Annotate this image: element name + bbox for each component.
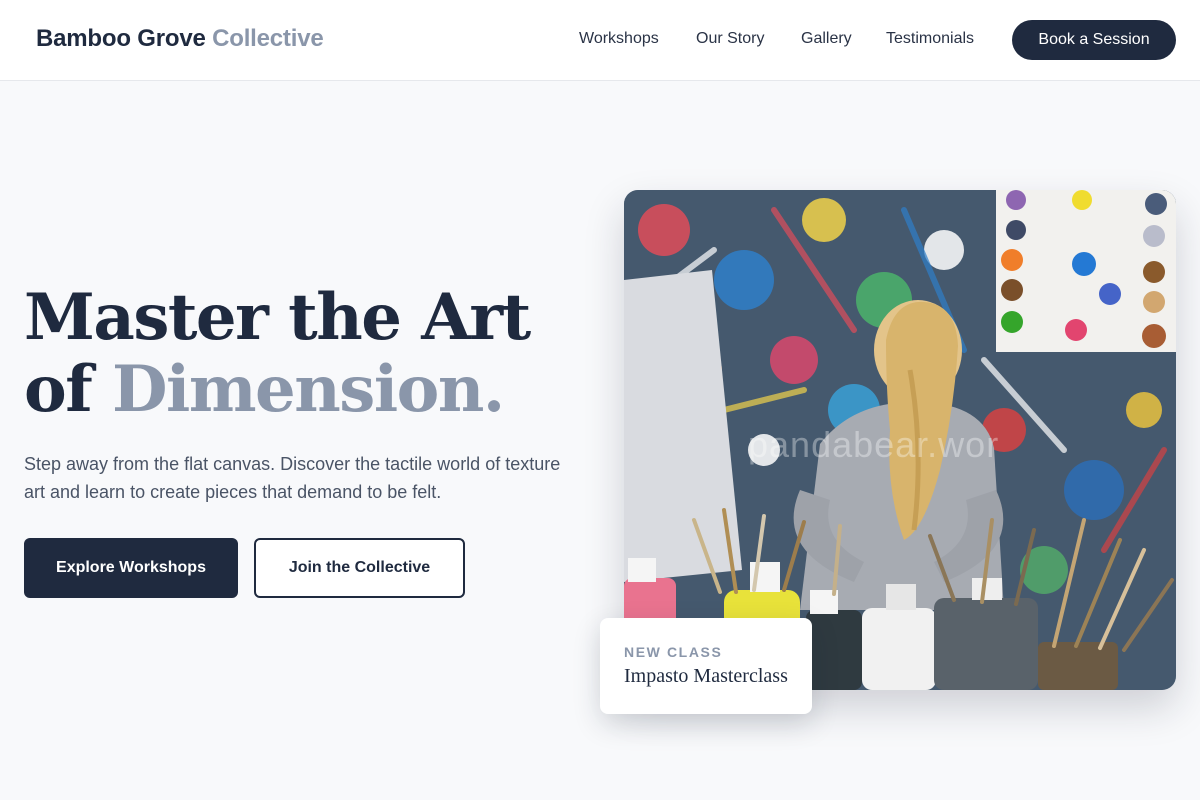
new-class-card[interactable]: NEW CLASS Impasto Masterclass — [600, 618, 812, 714]
hero-subtitle: Step away from the flat canvas. Discover… — [24, 454, 561, 502]
explore-workshops-button[interactable]: Explore Workshops — [24, 538, 238, 598]
book-session-button[interactable]: Book a Session — [1012, 20, 1176, 60]
class-card-title: Impasto Masterclass — [624, 665, 788, 687]
brand-name: Bamboo Grove — [36, 25, 206, 52]
hero-image — [624, 190, 1176, 690]
brand-logo[interactable]: Bamboo Grove Collective — [36, 25, 324, 53]
nav-link-our-story[interactable]: Our Story — [696, 30, 764, 48]
nav-link-workshops[interactable]: Workshops — [579, 30, 659, 48]
nav-link-testimonials[interactable]: Testimonials — [886, 30, 974, 48]
hero-title-line-2: of Dimension. — [24, 354, 530, 426]
nav-link-gallery[interactable]: Gallery — [801, 30, 852, 48]
hero-title: Master the Art of Dimension. — [24, 280, 531, 426]
class-card-label: NEW CLASS — [624, 644, 723, 660]
hero-title-accent: Dimension. — [112, 352, 505, 427]
hero-title-prefix: of — [24, 352, 112, 427]
join-collective-button[interactable]: Join the Collective — [254, 538, 465, 598]
studio-painting-illustration — [624, 190, 1176, 690]
site-header: Bamboo Grove Collective Workshops Our St… — [0, 0, 1200, 81]
brand-name-accent: Collective — [212, 25, 324, 52]
hero-title-line-1: Master the Art — [24, 280, 531, 355]
